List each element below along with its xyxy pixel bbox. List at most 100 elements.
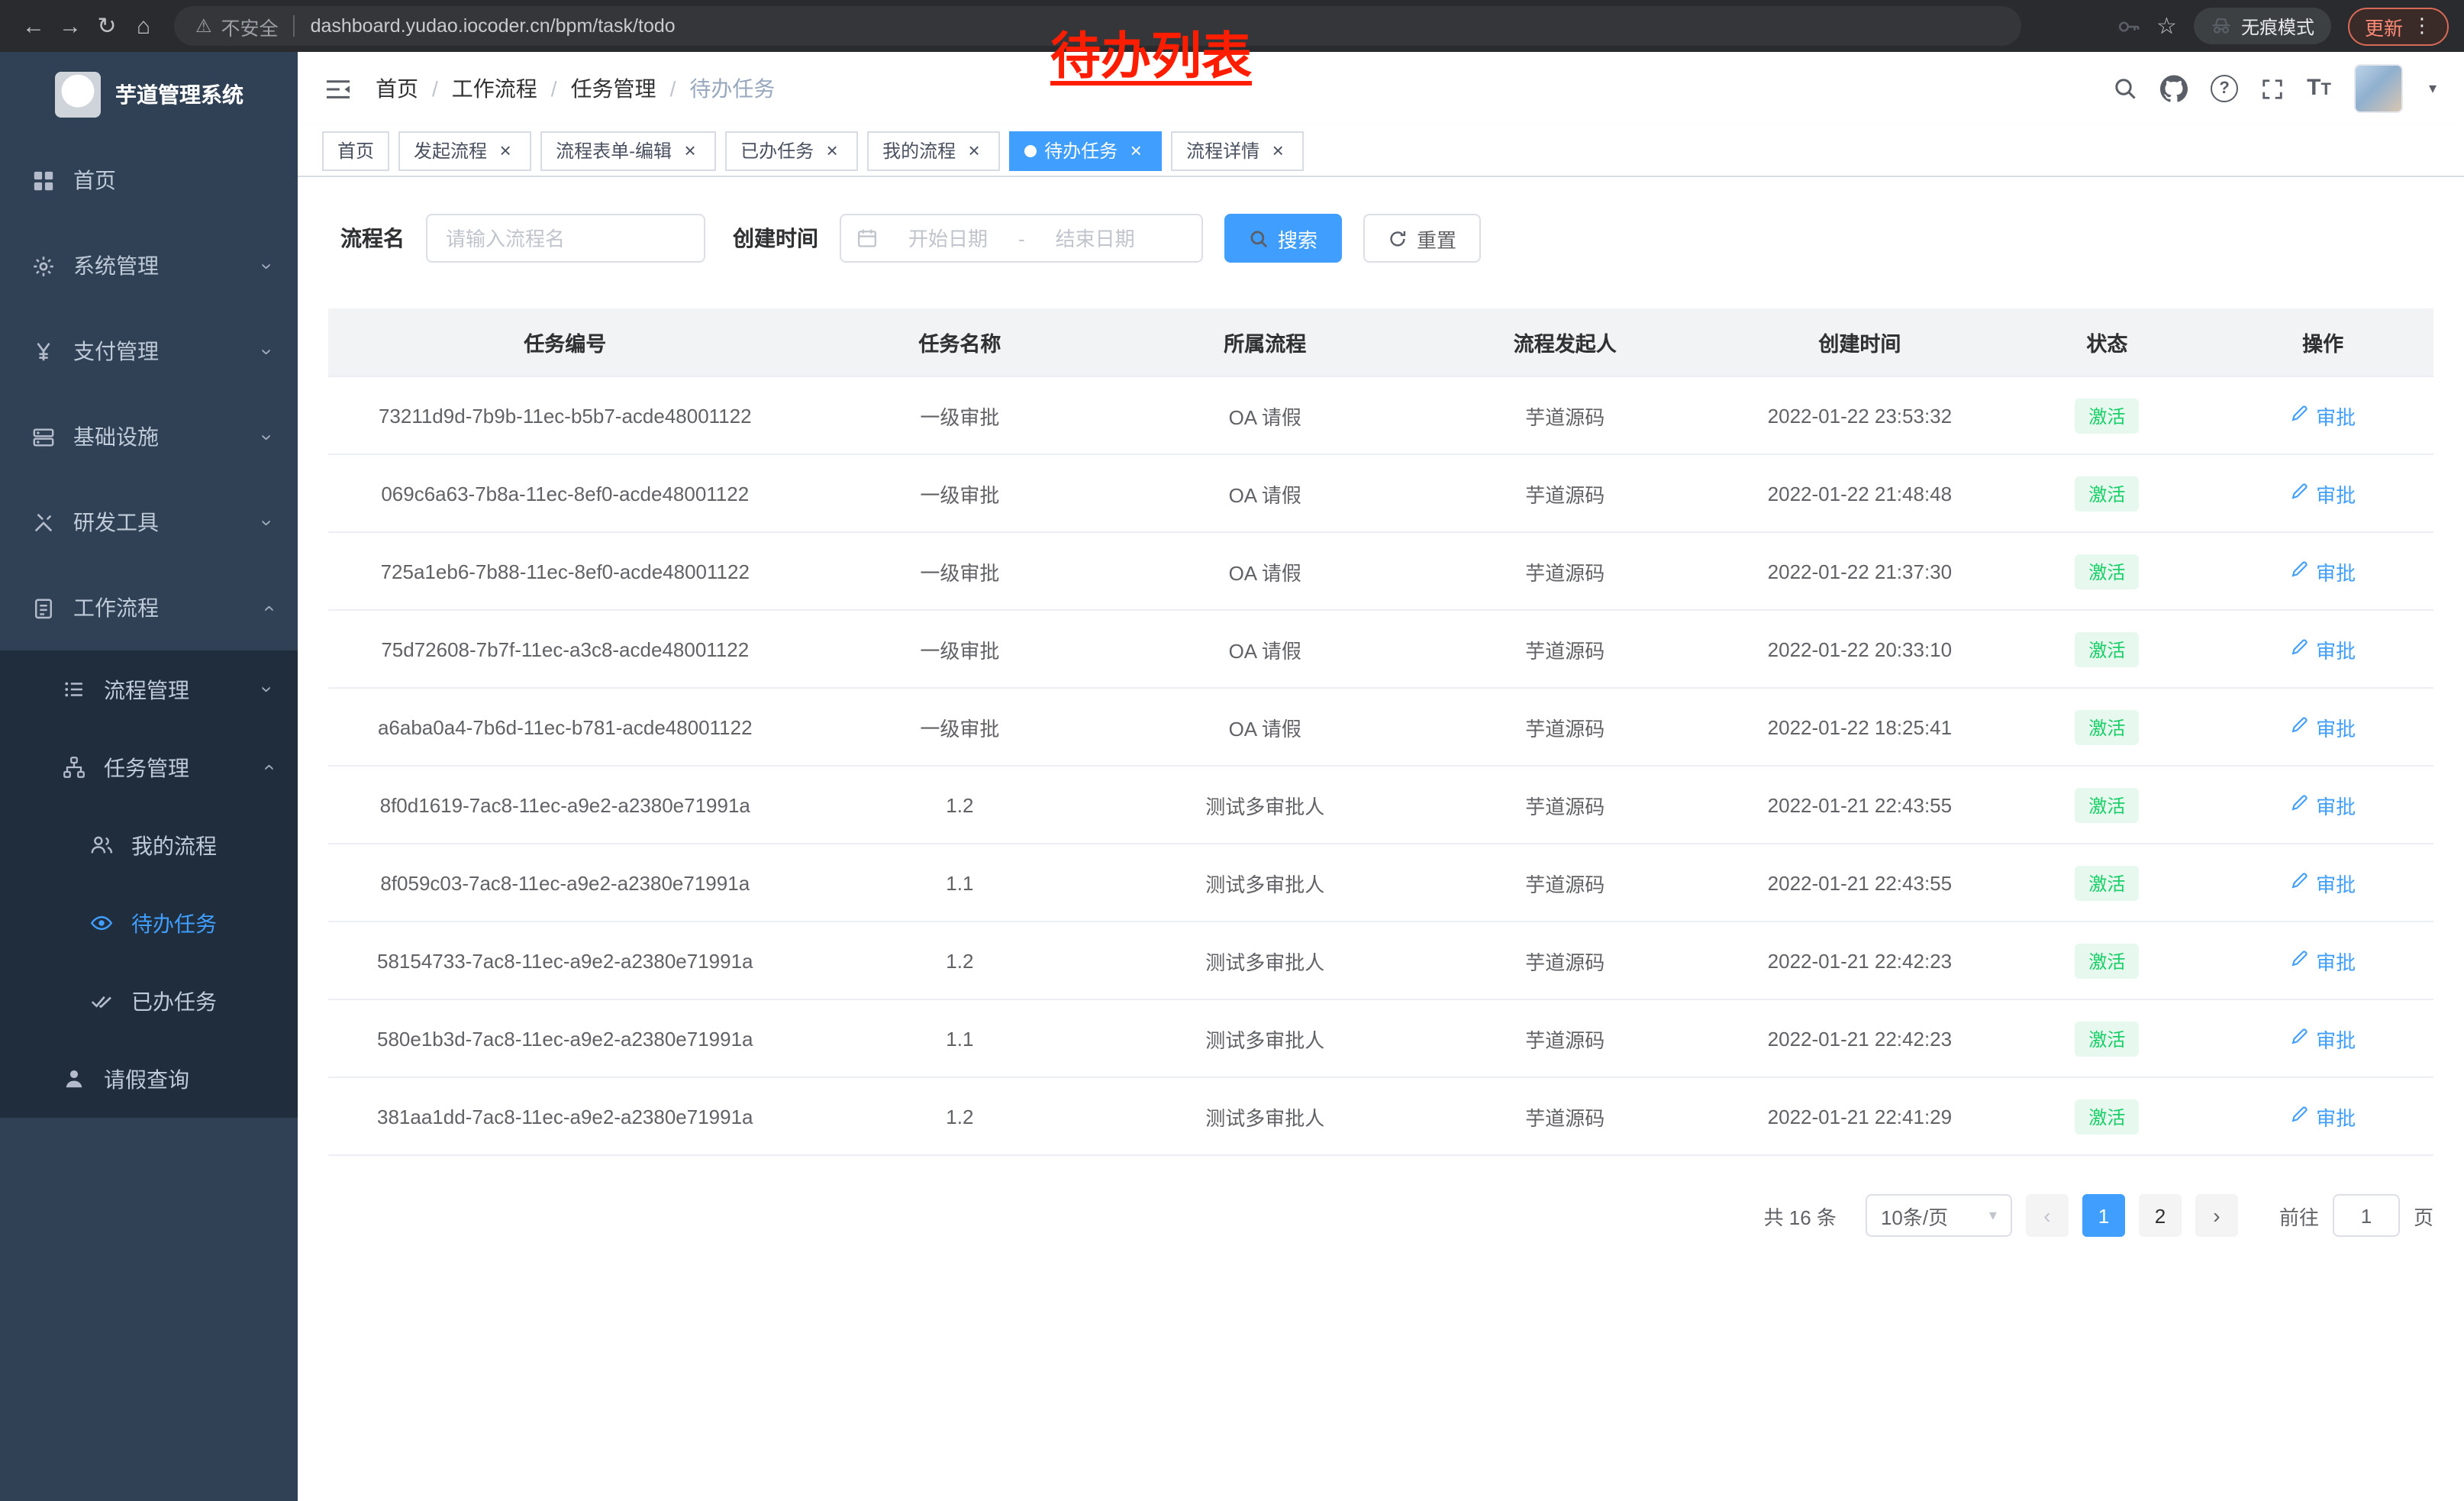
status-badge: 激活: [2075, 1021, 2139, 1056]
sidebar-item-支付管理[interactable]: 支付管理›: [0, 308, 298, 394]
approve-link[interactable]: 审批: [2290, 1102, 2356, 1131]
user-avatar[interactable]: [2354, 64, 2403, 113]
sidebar-item-流程管理[interactable]: 流程管理›: [0, 650, 298, 728]
reset-button[interactable]: 重置: [1363, 214, 1481, 263]
breadcrumb-item[interactable]: 工作流程: [452, 73, 537, 104]
tab-label: 首页: [337, 137, 374, 163]
password-key-icon[interactable]: [2117, 15, 2140, 37]
sidebar-item-label: 已办任务: [131, 986, 217, 1016]
sidebar-item-待办任务[interactable]: 待办任务: [0, 884, 298, 962]
breadcrumb-item[interactable]: 任务管理: [571, 73, 656, 104]
column-header-状态: 状态: [2002, 308, 2213, 376]
sidebar-collapse-icon[interactable]: [325, 77, 351, 100]
browser-back-icon[interactable]: ←: [15, 13, 52, 39]
tab-close-icon[interactable]: ×: [1125, 140, 1147, 161]
main-content: 流程名 创建时间 - 搜索 重置 任务编号任务名称所属: [298, 177, 2464, 1501]
cell-status: 激活: [2002, 454, 2213, 532]
browser-home-icon[interactable]: ⌂: [125, 13, 162, 39]
tab-已办任务[interactable]: 已办任务×: [725, 131, 858, 170]
omnibox-divider: [294, 15, 295, 37]
sidebar-item-任务管理[interactable]: 任务管理›: [0, 728, 298, 806]
search-button[interactable]: 搜索: [1224, 214, 1342, 263]
tab-流程详情[interactable]: 流程详情×: [1171, 131, 1304, 170]
breadcrumb: 首页/工作流程/任务管理/待办任务: [376, 73, 775, 104]
column-header-操作: 操作: [2212, 308, 2433, 376]
approve-link[interactable]: 审批: [2290, 401, 2356, 430]
sidebar-item-请假查询[interactable]: 请假查询: [0, 1040, 298, 1118]
status-badge: 激活: [2075, 554, 2139, 589]
tab-label: 我的流程: [882, 137, 956, 163]
approve-link[interactable]: 审批: [2290, 1024, 2356, 1053]
bookmark-star-icon[interactable]: ☆: [2156, 12, 2177, 40]
tab-流程表单-编辑[interactable]: 流程表单-编辑×: [540, 131, 716, 170]
approve-link-label: 审批: [2316, 1102, 2356, 1131]
fullscreen-icon[interactable]: [2261, 77, 2284, 100]
avatar-caret-icon: ▾: [2429, 80, 2437, 97]
cell-task-id: 75d72608-7b7f-11ec-a3c8-acde48001122: [328, 610, 802, 688]
tab-待办任务[interactable]: 待办任务×: [1009, 131, 1162, 170]
approve-link[interactable]: 审批: [2290, 557, 2356, 586]
date-range-picker[interactable]: -: [840, 214, 1203, 263]
table-row: 58154733-7ac8-11ec-a9e2-a2380e71991a1.2测…: [328, 922, 2433, 999]
browser-menu-dots-icon[interactable]: ⋮: [2412, 14, 2432, 38]
sidebar-item-研发工具[interactable]: 研发工具›: [0, 479, 298, 565]
tab-close-icon[interactable]: ×: [679, 140, 701, 161]
approve-link-label: 审批: [2316, 557, 2356, 586]
goto-page-input[interactable]: [2333, 1194, 2400, 1237]
cell-action: 审批: [2212, 844, 2433, 922]
end-date-input[interactable]: [1034, 225, 1156, 251]
approve-link[interactable]: 审批: [2290, 634, 2356, 663]
page-number-2[interactable]: 2: [2139, 1194, 2182, 1237]
page-number-1[interactable]: 1: [2082, 1194, 2125, 1237]
approve-link[interactable]: 审批: [2290, 946, 2356, 975]
tab-发起流程[interactable]: 发起流程×: [398, 131, 531, 170]
table-header-row: 任务编号任务名称所属流程流程发起人创建时间状态操作: [328, 308, 2433, 376]
sidebar-logo[interactable]: 芋道管理系统: [0, 52, 298, 137]
double-check-icon: [89, 989, 113, 1013]
approve-link[interactable]: 审批: [2290, 868, 2356, 897]
cell-initiator: 芋道源码: [1412, 532, 1717, 610]
cell-action: 审批: [2212, 688, 2433, 766]
approve-link-label: 审批: [2316, 1024, 2356, 1053]
approve-link[interactable]: 审批: [2290, 790, 2356, 819]
status-badge: 激活: [2075, 787, 2139, 822]
cell-task-id: 8f059c03-7ac8-11ec-a9e2-a2380e71991a: [328, 844, 802, 922]
prev-page-button[interactable]: ‹: [2026, 1194, 2069, 1237]
cell-process: 测试多审批人: [1118, 922, 1412, 999]
process-name-input[interactable]: [426, 214, 705, 263]
user-icon: [61, 1067, 85, 1091]
browser-forward-icon[interactable]: →: [52, 13, 89, 39]
breadcrumb-item[interactable]: 首页: [376, 73, 418, 104]
approve-link[interactable]: 审批: [2290, 712, 2356, 741]
sidebar-item-我的流程[interactable]: 我的流程: [0, 806, 298, 884]
sidebar-item-首页[interactable]: 首页: [0, 137, 298, 223]
browser-refresh-icon[interactable]: ↻: [89, 12, 125, 40]
help-icon[interactable]: ?: [2211, 75, 2238, 102]
github-icon[interactable]: [2160, 75, 2188, 102]
task-branch-icon: [61, 755, 85, 780]
tab-首页[interactable]: 首页: [322, 131, 389, 170]
sidebar-item-基础设施[interactable]: 基础设施›: [0, 394, 298, 479]
page-size-select[interactable]: 10条/页 ▾: [1866, 1194, 2012, 1237]
search-icon[interactable]: [2113, 76, 2137, 101]
column-header-创建时间: 创建时间: [1717, 308, 2001, 376]
cell-action: 审批: [2212, 1077, 2433, 1155]
sidebar-item-已办任务[interactable]: 已办任务: [0, 962, 298, 1040]
tab-close-icon[interactable]: ×: [1267, 140, 1288, 161]
sidebar-item-工作流程[interactable]: 工作流程›: [0, 565, 298, 650]
font-size-icon[interactable]: TT: [2307, 75, 2331, 102]
cell-action: 审批: [2212, 532, 2433, 610]
app-title: 芋道管理系统: [115, 79, 243, 110]
sidebar-item-label: 工作流程: [73, 592, 159, 623]
start-date-input[interactable]: [887, 225, 1009, 251]
cell-initiator: 芋道源码: [1412, 688, 1717, 766]
cell-process: OA 请假: [1118, 688, 1412, 766]
tab-我的流程[interactable]: 我的流程 ×: [867, 131, 1000, 170]
approve-link[interactable]: 审批: [2290, 479, 2356, 508]
tab-close-icon[interactable]: ×: [495, 140, 516, 161]
sidebar-item-系统管理[interactable]: 系统管理›: [0, 223, 298, 308]
tab-close-icon[interactable]: ×: [821, 140, 843, 161]
tab-close-icon[interactable]: ×: [963, 140, 985, 161]
next-page-button[interactable]: ›: [2195, 1194, 2238, 1237]
browser-update-button[interactable]: 更新 ⋮: [2348, 7, 2449, 45]
